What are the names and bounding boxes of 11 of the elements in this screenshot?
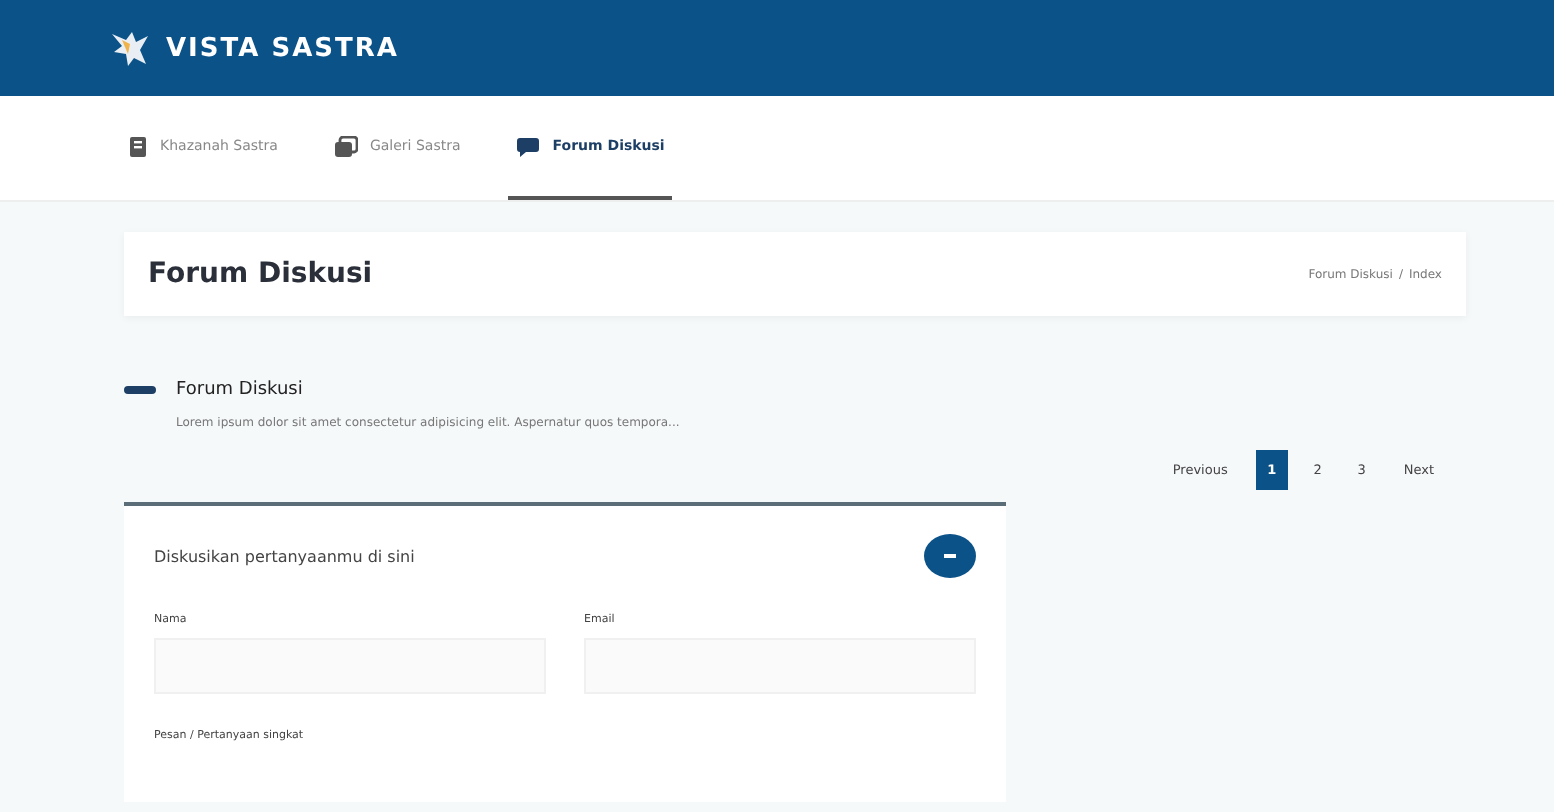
section-marker <box>124 386 156 394</box>
page-title: Forum Diskusi <box>148 258 373 290</box>
minus-icon <box>944 554 956 558</box>
logo-icon <box>110 30 150 66</box>
gallery-icon <box>333 135 358 157</box>
section-title: Forum Diskusi <box>176 380 303 400</box>
chat-icon <box>516 135 541 157</box>
form-title: Diskusikan pertanyaanmu di sini <box>154 547 415 565</box>
brand-name: VISTA SASTRA <box>166 33 399 63</box>
collapse-button[interactable] <box>924 534 976 578</box>
book-icon <box>128 135 148 157</box>
